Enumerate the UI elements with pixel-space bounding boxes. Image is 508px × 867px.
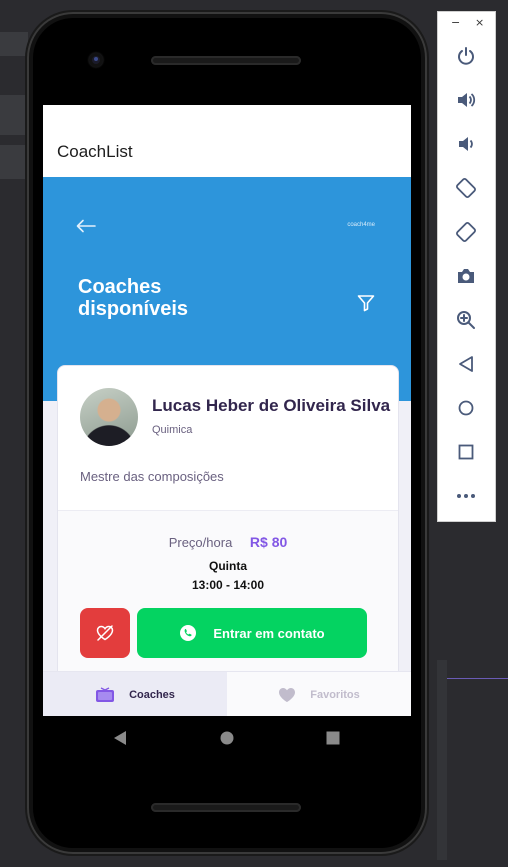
- more-icon: [457, 494, 475, 498]
- home-button[interactable]: [455, 397, 477, 419]
- screenshot-button[interactable]: [455, 265, 477, 287]
- whatsapp-icon: [179, 624, 197, 642]
- rotate-right-button[interactable]: [455, 221, 477, 243]
- overview-icon: [458, 444, 474, 460]
- coach-bio: Mestre das composições: [80, 469, 224, 484]
- volume-down-button[interactable]: [455, 133, 477, 155]
- rotate-left-icon: [456, 178, 476, 198]
- top-speaker: [151, 56, 301, 65]
- overview-button[interactable]: [455, 441, 477, 463]
- app-screen: CoachList coach4me Coaches disponíveis L…: [43, 105, 411, 716]
- front-camera: [89, 53, 103, 67]
- tab-favoritos-label: Favoritos: [310, 688, 360, 701]
- schedule-day: Quinta: [209, 559, 247, 573]
- avatar: [80, 388, 138, 446]
- back-icon: [459, 356, 473, 372]
- coach-name: Lucas Heber de Oliveira Silva: [152, 396, 391, 415]
- tab-coaches-label: Coaches: [129, 688, 175, 701]
- coach-subject: Quimica: [152, 424, 193, 436]
- power-button[interactable]: [455, 45, 477, 67]
- nav-overview-icon[interactable]: [326, 730, 340, 746]
- ide-bar-top: [0, 32, 28, 56]
- app-title: CoachList: [57, 142, 133, 161]
- camera-icon: [458, 269, 474, 283]
- heart-off-icon: [96, 625, 114, 641]
- card-footer: Preço/hora R$ 80 Quinta 13:00 - 14:00 En…: [58, 510, 398, 686]
- volume-up-icon: [458, 93, 476, 107]
- tab-coaches[interactable]: Coaches: [43, 672, 227, 716]
- close-button[interactable]: ×: [475, 16, 484, 29]
- contact-button[interactable]: Entrar em contato: [137, 608, 367, 658]
- ide-panel-right: [437, 660, 447, 860]
- ide-divider: [447, 678, 508, 679]
- price-row: Preço/hora R$ 80: [58, 534, 398, 550]
- tv-icon: [95, 686, 115, 703]
- rotate-right-icon: [456, 222, 476, 242]
- back-button[interactable]: [455, 353, 477, 375]
- unfavorite-button[interactable]: [80, 608, 130, 658]
- emulator-toolbar: − ×: [437, 11, 496, 522]
- rotate-left-button[interactable]: [455, 177, 477, 199]
- ide-bar-mid: [0, 95, 28, 135]
- system-nav-bar: [43, 716, 411, 760]
- zoom-button[interactable]: [455, 309, 477, 331]
- bottom-speaker: [151, 803, 301, 812]
- emulator-window-controls: − ×: [438, 16, 495, 32]
- price-label: Preço/hora: [168, 535, 233, 550]
- price-value: R$ 80: [249, 534, 288, 550]
- home-icon: [458, 400, 474, 416]
- filter-icon[interactable]: [357, 294, 375, 312]
- logo: coach4me: [347, 222, 375, 228]
- more-button[interactable]: [455, 485, 477, 507]
- page-title: Coaches disponíveis: [78, 276, 189, 320]
- power-icon: [458, 47, 474, 65]
- bottom-tab-bar: Coaches Favoritos: [43, 671, 411, 716]
- minimize-button[interactable]: −: [451, 16, 460, 29]
- ide-bar-low: [0, 145, 28, 179]
- tab-favoritos[interactable]: Favoritos: [227, 672, 411, 716]
- contact-button-label: Entrar em contato: [213, 625, 325, 641]
- coach-card: Lucas Heber de Oliveira Silva Quimica Me…: [57, 365, 399, 687]
- app-bar: CoachList: [43, 105, 411, 177]
- schedule-time: 13:00 - 14:00: [191, 578, 265, 592]
- volume-down-icon: [459, 137, 473, 151]
- heart-icon: [278, 687, 296, 703]
- volume-up-button[interactable]: [455, 89, 477, 111]
- zoom-icon: [457, 311, 475, 329]
- back-arrow-icon[interactable]: [76, 219, 96, 233]
- nav-home-icon[interactable]: [220, 730, 234, 746]
- nav-back-icon[interactable]: [113, 730, 127, 746]
